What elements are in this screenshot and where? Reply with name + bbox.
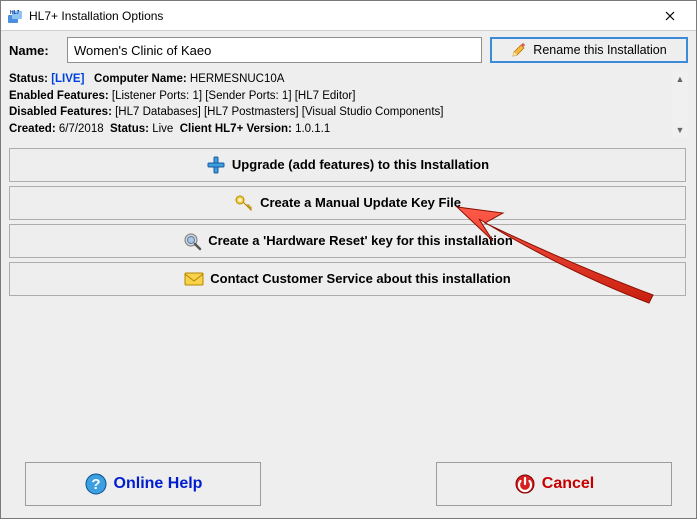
rename-button-label: Rename this Installation	[533, 43, 666, 57]
envelope-icon	[184, 271, 204, 287]
create-manual-key-button[interactable]: Create a Manual Update Key File	[9, 186, 686, 220]
hardware-reset-button[interactable]: Create a 'Hardware Reset' key for this i…	[9, 224, 686, 258]
info-text: Status: [LIVE] Computer Name: HERMESNUC1…	[9, 71, 670, 138]
key-icon	[234, 193, 254, 213]
installation-name-input[interactable]	[67, 37, 482, 63]
cancel-button[interactable]: Cancel	[436, 462, 672, 506]
window-title: HL7+ Installation Options	[29, 9, 648, 23]
window-close-button[interactable]	[648, 2, 692, 30]
name-row: Name: Rename this Installation	[9, 37, 688, 63]
hw-reset-button-label: Create a 'Hardware Reset' key for this i…	[208, 233, 513, 248]
rename-installation-button[interactable]: Rename this Installation	[490, 37, 688, 63]
gear-search-icon	[182, 231, 202, 251]
action-buttons: Upgrade (add features) to this Installat…	[9, 148, 688, 296]
info-scrollbar[interactable]: ▲ ▼	[672, 71, 688, 138]
scroll-down-icon[interactable]: ▼	[672, 122, 688, 138]
app-icon: HL7	[7, 8, 23, 24]
info-panel: Status: [LIVE] Computer Name: HERMESNUC1…	[9, 71, 688, 138]
plus-icon	[206, 155, 226, 175]
svg-text:HL7: HL7	[10, 10, 20, 16]
cancel-button-label: Cancel	[542, 475, 594, 493]
help-icon: ?	[84, 472, 108, 496]
name-label: Name:	[9, 43, 59, 58]
client-area: Name: Rename this Installation Status: […	[1, 31, 696, 518]
manual-key-button-label: Create a Manual Update Key File	[260, 195, 461, 210]
contact-support-button[interactable]: Contact Customer Service about this inst…	[9, 262, 686, 296]
help-button-label: Online Help	[114, 475, 203, 493]
power-icon	[514, 473, 536, 495]
footer-row: ? Online Help Cancel	[9, 462, 688, 510]
pencil-icon	[511, 42, 527, 58]
contact-button-label: Contact Customer Service about this inst…	[210, 271, 511, 286]
titlebar: HL7 HL7+ Installation Options	[1, 1, 696, 31]
upgrade-button-label: Upgrade (add features) to this Installat…	[232, 157, 489, 172]
upgrade-button[interactable]: Upgrade (add features) to this Installat…	[9, 148, 686, 182]
window: HL7 HL7+ Installation Options Name: Rena…	[0, 0, 697, 519]
svg-text:?: ?	[91, 476, 100, 493]
online-help-button[interactable]: ? Online Help	[25, 462, 261, 506]
scroll-up-icon[interactable]: ▲	[672, 71, 688, 87]
